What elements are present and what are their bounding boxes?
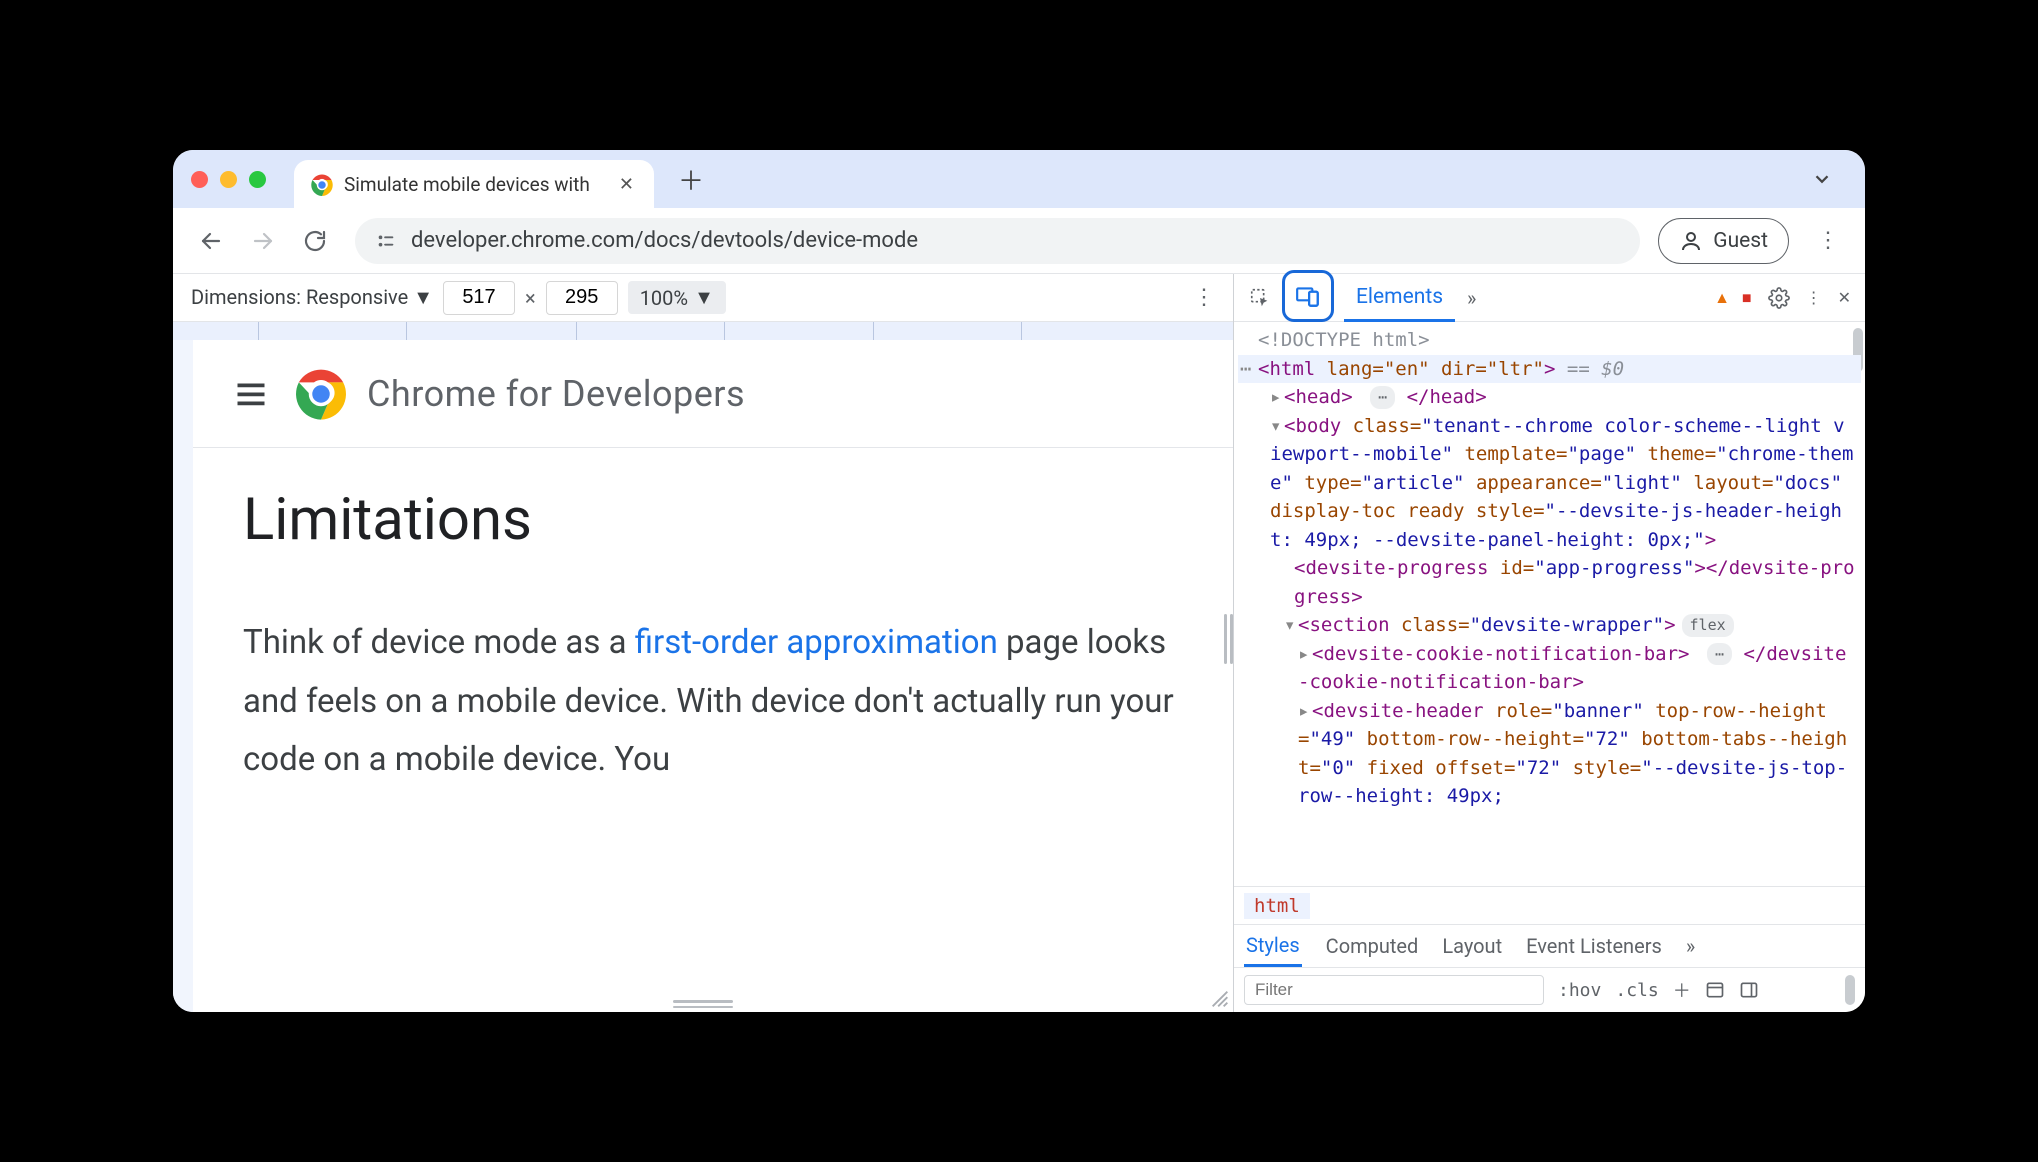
dom-doctype: <!DOCTYPE html> (1258, 329, 1430, 351)
tab-close-icon[interactable]: ✕ (615, 170, 638, 199)
cls-toggle[interactable]: .cls (1615, 980, 1658, 1001)
more-tabs-icon[interactable]: » (1459, 286, 1484, 310)
computed-sidebar-icon[interactable] (1705, 980, 1725, 1000)
reload-button[interactable] (293, 219, 337, 263)
devtools-settings-icon[interactable] (1762, 287, 1796, 309)
styles-scrollbar[interactable] (1845, 975, 1855, 1005)
more-style-tabs-icon[interactable]: » (1686, 934, 1695, 958)
dom-header[interactable]: <devsite-header role="banner" top-row--h… (1238, 697, 1861, 811)
dom-section[interactable]: <section class="devsite-wrapper">flex (1238, 611, 1861, 640)
new-style-rule-icon[interactable]: ＋ (1673, 977, 1691, 1003)
site-info-icon[interactable] (375, 230, 397, 252)
error-icon[interactable]: ■ (1742, 288, 1752, 308)
page-paragraph: Think of device mode as a first-order ap… (243, 614, 1183, 790)
styles-filter-input[interactable] (1244, 975, 1544, 1005)
styles-toolbar: :hov .cls ＋ (1234, 968, 1865, 1012)
devtools-tab-bar: Elements » ▲ ■ ⋮ ✕ (1234, 274, 1865, 322)
inspect-element-icon[interactable] (1242, 280, 1278, 316)
browser-menu-icon[interactable]: ⋮ (1807, 228, 1849, 253)
tab-title: Simulate mobile devices with (344, 173, 603, 196)
dom-cookie-bar[interactable]: <devsite-cookie-notification-bar> ⋯ </de… (1238, 640, 1861, 697)
resize-handle-corner[interactable] (1209, 988, 1231, 1010)
browser-window: Simulate mobile devices with ✕ ＋ develop… (173, 150, 1865, 1012)
profile-label: Guest (1713, 229, 1768, 253)
window-minimize-icon[interactable] (220, 171, 237, 188)
toggle-panel-icon[interactable] (1739, 980, 1759, 1000)
url-text: developer.chrome.com/docs/devtools/devic… (411, 228, 918, 253)
resize-handle-bottom[interactable] (673, 1000, 733, 1008)
tab-event-listeners[interactable]: Event Listeners (1526, 934, 1662, 958)
forward-button[interactable] (241, 219, 285, 263)
devtools-close-icon[interactable]: ✕ (1832, 288, 1857, 307)
dom-body[interactable]: <body class="tenant--chrome color-scheme… (1238, 412, 1861, 555)
toggle-device-toolbar-icon[interactable] (1282, 270, 1334, 322)
tab-elements[interactable]: Elements (1344, 273, 1455, 322)
dom-head[interactable]: <head> ⋯ </head> (1238, 383, 1861, 412)
site-logo[interactable]: Chrome for Developers (293, 366, 745, 422)
device-toolbar: Dimensions: Responsive ▼ × 100% ▼ ⋮ (173, 274, 1233, 322)
titlebar: Simulate mobile devices with ✕ ＋ (173, 150, 1865, 208)
dom-progress[interactable]: <devsite-progress id="app-progress"></de… (1238, 554, 1861, 611)
window-close-icon[interactable] (191, 171, 208, 188)
page-body: Limitations Think of device mode as a fi… (193, 448, 1233, 828)
devtools-panel: Elements » ▲ ■ ⋮ ✕ <!DOCTYPE html> <html… (1233, 274, 1865, 1012)
tab-layout[interactable]: Layout (1442, 934, 1502, 958)
device-toolbar-menu-icon[interactable]: ⋮ (1193, 285, 1215, 310)
browser-tab[interactable]: Simulate mobile devices with ✕ (294, 160, 654, 208)
traffic-lights (191, 171, 266, 188)
zoom-select[interactable]: 100% ▼ (628, 281, 726, 314)
tab-computed[interactable]: Computed (1326, 934, 1419, 958)
dom-html-element[interactable]: <html lang="en" dir="ltr"> == $0 (1238, 355, 1861, 384)
height-input[interactable] (546, 281, 618, 315)
dom-breadcrumb[interactable]: html (1234, 886, 1865, 924)
new-tab-button[interactable]: ＋ (664, 161, 718, 198)
tab-favicon-icon (310, 173, 332, 195)
hamburger-icon[interactable] (233, 376, 269, 412)
page-header: Chrome for Developers (193, 340, 1233, 448)
page-link[interactable]: first-order approximation (635, 623, 998, 662)
back-button[interactable] (189, 219, 233, 263)
simulated-page[interactable]: Chrome for Developers Limitations Think … (193, 340, 1233, 1012)
dimensions-label[interactable]: Dimensions: Responsive ▼ (191, 285, 433, 310)
tab-styles[interactable]: Styles (1244, 925, 1302, 967)
styles-tab-bar: Styles Computed Layout Event Listeners » (1234, 924, 1865, 968)
site-title: Chrome for Developers (367, 373, 745, 415)
width-input[interactable] (443, 281, 515, 315)
devtools-menu-icon[interactable]: ⋮ (1800, 288, 1828, 307)
hov-toggle[interactable]: :hov (1558, 980, 1601, 1001)
dimension-cross: × (525, 286, 536, 310)
page-heading: Limitations (243, 486, 1183, 554)
profile-chip[interactable]: Guest (1658, 218, 1789, 264)
resize-handle-right[interactable] (1223, 609, 1233, 669)
breadcrumb-html[interactable]: html (1244, 893, 1310, 919)
address-bar[interactable]: developer.chrome.com/docs/devtools/devic… (355, 218, 1640, 264)
ruler[interactable] (173, 322, 1233, 340)
warning-icon[interactable]: ▲ (1714, 288, 1730, 308)
tab-search-icon[interactable] (1797, 162, 1847, 196)
device-mode-pane: Dimensions: Responsive ▼ × 100% ▼ ⋮ (173, 274, 1233, 1012)
toolbar: developer.chrome.com/docs/devtools/devic… (173, 208, 1865, 274)
window-maximize-icon[interactable] (249, 171, 266, 188)
dom-tree[interactable]: <!DOCTYPE html> <html lang="en" dir="ltr… (1234, 322, 1865, 886)
